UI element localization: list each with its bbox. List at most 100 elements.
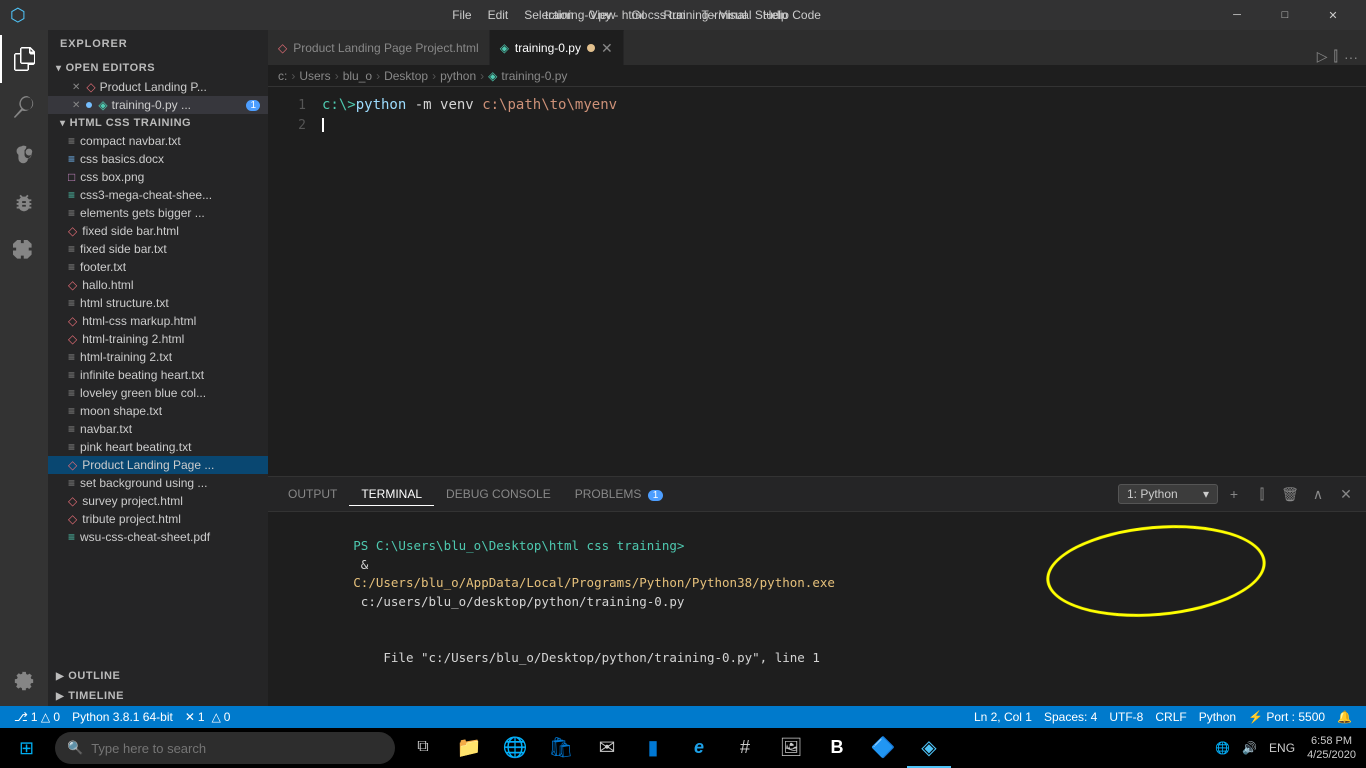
file-item[interactable]: ≡loveley green blue col... (48, 384, 268, 402)
bc-python[interactable]: python (440, 69, 476, 83)
taskbar-task-view[interactable]: ⧉ (401, 728, 445, 768)
taskbar-file-explorer[interactable]: 📁 (447, 728, 491, 768)
close-button[interactable]: ✕ (1310, 0, 1356, 30)
tray-volume[interactable]: 🔊 (1236, 728, 1263, 768)
editor-close-icon2[interactable]: ✕ (72, 100, 80, 111)
modified-dot (86, 102, 92, 108)
start-button[interactable]: ⊞ (4, 728, 49, 768)
tray-network[interactable]: 🌐 (1209, 728, 1236, 768)
tab-debug-console[interactable]: DEBUG CONSOLE (434, 483, 563, 505)
timeline-header[interactable]: ▶ Timeline (48, 686, 268, 706)
code-content-1: c:\>python -m venv c:\path\to\myenv (322, 97, 617, 113)
folder-header[interactable]: ▾ HTML CSS TRAINING (48, 114, 268, 132)
kill-terminal-button[interactable]: 🗑 (1278, 482, 1302, 506)
taskbar-font[interactable]: B (815, 728, 859, 768)
run-button[interactable]: ▷ (1317, 48, 1328, 65)
outline-header[interactable]: ▶ Outline (48, 666, 268, 686)
file-item[interactable]: ≡navbar.txt (48, 420, 268, 438)
tab-problems[interactable]: PROBLEMS 1 (563, 483, 676, 505)
file-item[interactable]: ≡footer.txt (48, 258, 268, 276)
search-input[interactable] (91, 741, 383, 756)
close-panel-button[interactable]: ✕ (1334, 482, 1358, 506)
editor-close-icon[interactable]: ✕ (72, 82, 80, 93)
file-item[interactable]: ≡css3-mega-cheat-shee... (48, 186, 268, 204)
bc-users[interactable]: Users (299, 69, 330, 83)
file-item[interactable]: ≡wsu-css-cheat-sheet.pdf (48, 528, 268, 546)
activity-explorer[interactable] (0, 35, 48, 83)
file-item[interactable]: ≡set background using ... (48, 474, 268, 492)
tab-py[interactable]: ◈ training-0.py ✕ (490, 30, 624, 65)
tray-time[interactable]: 6:58 PM 4/25/2020 (1301, 728, 1362, 768)
taskbar-photos[interactable]: 🖼 (769, 728, 813, 768)
language-mode[interactable]: Python (1193, 706, 1242, 728)
taskbar-ie[interactable]: e (677, 728, 721, 768)
cursor-position[interactable]: Ln 2, Col 1 (968, 706, 1038, 728)
file-item[interactable]: ≡html structure.txt (48, 294, 268, 312)
activity-debug[interactable] (0, 179, 48, 227)
file-item[interactable]: ◇html-training 2.html (48, 330, 268, 348)
tab-output[interactable]: OUTPUT (276, 483, 349, 505)
file-item[interactable]: ≡css basics.docx (48, 150, 268, 168)
bc-blu_o[interactable]: blu_o (343, 69, 372, 83)
port-info[interactable]: ⚡ Port : 5500 (1242, 706, 1331, 728)
taskbar-vscode[interactable]: ◈ (907, 728, 951, 768)
code-editor[interactable]: 1 c:\>python -m venv c:\path\to\myenv 2 (268, 87, 1366, 476)
error-count[interactable]: ✕ 1 △ 0 (179, 706, 237, 728)
file-item[interactable]: ◇survey project.html (48, 492, 268, 510)
taskbar-terminal[interactable]: ▮ (631, 728, 675, 768)
split-terminal-button[interactable]: ⫿ (1250, 482, 1274, 506)
file-item[interactable]: ≡elements gets bigger ... (48, 204, 268, 222)
python-version[interactable]: Python 3.8.1 64-bit (66, 706, 179, 728)
file-item[interactable]: ◇hallo.html (48, 276, 268, 294)
file-item[interactable]: ≡pink heart beating.txt (48, 438, 268, 456)
menu-item-file[interactable]: File (446, 6, 477, 24)
activity-source-control[interactable] (0, 131, 48, 179)
title-bar-controls[interactable]: ─ □ ✕ (1214, 0, 1356, 30)
taskbar-search[interactable]: 🔍 (55, 732, 395, 764)
bc-desktop[interactable]: Desktop (384, 69, 428, 83)
taskbar-store[interactable]: 🛍 (539, 728, 583, 768)
maximize-button[interactable]: □ (1262, 0, 1308, 30)
taskbar-calculator[interactable]: # (723, 728, 767, 768)
file-item[interactable]: ≡moon shape.txt (48, 402, 268, 420)
file-item[interactable]: □css box.png (48, 168, 268, 186)
tab-terminal[interactable]: TERMINAL (349, 483, 434, 506)
file-item[interactable]: ≡compact navbar.txt (48, 132, 268, 150)
more-actions-button[interactable]: ··· (1344, 49, 1358, 65)
open-editors-header[interactable]: ▾ Open Editors (48, 58, 268, 78)
maximize-panel-button[interactable]: ∧ (1306, 482, 1330, 506)
file-item[interactable]: ◇tribute project.html (48, 510, 268, 528)
activity-settings[interactable] (0, 658, 48, 706)
tab-html-label: Product Landing Page Project.html (293, 41, 478, 55)
split-editor-button[interactable]: ⫿ (1334, 48, 1338, 65)
taskbar-edge2[interactable]: 🔷 (861, 728, 905, 768)
encoding[interactable]: UTF-8 (1103, 706, 1149, 728)
terminal-content[interactable]: PS C:\Users\blu_o\Desktop\html css train… (268, 512, 1366, 706)
tab-py-close[interactable]: ✕ (601, 40, 613, 57)
menu-item-edit[interactable]: Edit (482, 6, 515, 24)
tray-lang[interactable]: ENG (1263, 728, 1301, 768)
file-item[interactable]: ◇html-css markup.html (48, 312, 268, 330)
terminal-dropdown[interactable]: 1: Python ▾ (1118, 484, 1218, 504)
file-item[interactable]: ◇Product Landing Page ... (48, 456, 268, 474)
file-item[interactable]: ≡fixed side bar.txt (48, 240, 268, 258)
file-item[interactable]: ≡infinite beating heart.txt (48, 366, 268, 384)
bc-file[interactable]: training-0.py (501, 69, 567, 83)
git-status[interactable]: ⎇ 1 △ 0 (8, 706, 66, 728)
add-terminal-button[interactable]: + (1222, 482, 1246, 506)
editor-item-html[interactable]: ✕ ◇ Product Landing P... (48, 78, 268, 96)
bc-c[interactable]: c: (278, 69, 287, 83)
file-item[interactable]: ◇fixed side bar.html (48, 222, 268, 240)
taskbar-mail[interactable]: ✉ (585, 728, 629, 768)
file-item[interactable]: ≡html-training 2.txt (48, 348, 268, 366)
activity-search[interactable] (0, 83, 48, 131)
indentation[interactable]: Spaces: 4 (1038, 706, 1103, 728)
notification-icon[interactable]: 🔔 (1331, 706, 1358, 728)
tab-html[interactable]: ◇ Product Landing Page Project.html (268, 30, 490, 65)
line-ending[interactable]: CRLF (1149, 706, 1192, 728)
activity-extensions[interactable] (0, 227, 48, 275)
editor-item-py[interactable]: ✕ ◈ training-0.py ... 1 (48, 96, 268, 114)
taskbar-edge[interactable]: 🌐 (493, 728, 537, 768)
minimize-button[interactable]: ─ (1214, 0, 1260, 30)
activity-bottom (0, 658, 48, 706)
